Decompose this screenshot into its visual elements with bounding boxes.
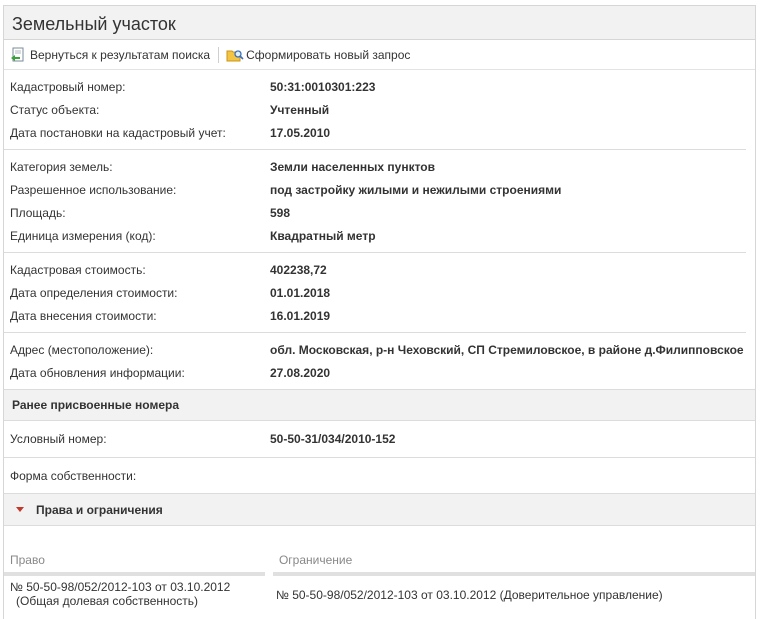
toolbar: Вернуться к результатам поиска Сформиров… <box>4 40 755 70</box>
toolbar-separator <box>218 46 220 63</box>
back-arrow-icon <box>10 47 26 63</box>
info-row: Форма собственности: <box>4 464 755 487</box>
field-value: 01.01.2018 <box>270 285 331 300</box>
land-plot-panel: Земельный участок Вернуться к результата… <box>3 5 756 619</box>
info-row: Разрешенное использование: под застройку… <box>4 178 746 201</box>
field-value: 17.05.2010 <box>270 125 331 140</box>
field-label: Условный номер: <box>10 431 107 446</box>
section-address: Адрес (местоположение): обл. Московская,… <box>4 333 746 389</box>
column-header-right: Право <box>4 553 265 576</box>
section-land-details: Категория земель: Земли населенных пункт… <box>4 150 746 253</box>
info-row: Площадь: 598 <box>4 201 746 224</box>
field-value: Квадратный метр <box>270 228 376 243</box>
field-value: обл. Московская, р-н Чеховский, СП Стрем… <box>270 342 744 357</box>
info-row: Адрес (местоположение): обл. Московская,… <box>4 338 746 361</box>
rights-heading-toggle[interactable]: Права и ограничения <box>4 494 755 526</box>
right-type: (Общая долевая собственность) <box>16 594 199 608</box>
section-prior-numbers: Условный номер: 50-50-31/034/2010-152 <box>4 421 755 458</box>
new-query-label: Сформировать новый запрос <box>246 47 411 62</box>
right-cell: № 50-50-98/052/2012-103 от 03.10.2012 (О… <box>4 580 270 608</box>
field-label: Площадь: <box>10 205 66 220</box>
rights-heading-label: Права и ограничения <box>36 502 163 517</box>
field-label: Статус объекта: <box>10 102 100 117</box>
prior-numbers-heading: Ранее присвоенные номера <box>4 389 755 421</box>
info-row: Кадастровый номер: 50:31:0010301:223 <box>4 75 746 98</box>
field-value: под застройку жилыми и нежилыми строения… <box>270 182 562 197</box>
info-row: Единица измерения (код): Квадратный метр <box>4 224 746 247</box>
field-label: Дата определения стоимости: <box>10 285 178 300</box>
field-label: Разрешенное использование: <box>10 182 177 197</box>
rights-table: Право Ограничение № 50-50-98/052/2012-10… <box>4 548 755 608</box>
info-row: Дата обновления информации: 27.08.2020 <box>4 361 746 384</box>
field-value: 50-50-31/034/2010-152 <box>270 431 396 446</box>
title-bar: Земельный участок <box>4 6 755 40</box>
page-title: Земельный участок <box>12 14 176 34</box>
table-row: № 50-50-98/052/2012-103 от 03.10.2012 (О… <box>4 576 755 608</box>
section-cadastral-value: Кадастровая стоимость: 402238,72 Дата оп… <box>4 253 746 333</box>
restriction-cell: № 50-50-98/052/2012-103 от 03.10.2012 (Д… <box>276 588 663 602</box>
field-label: Дата обновления информации: <box>10 365 185 380</box>
info-row: Кадастровая стоимость: 402238,72 <box>4 258 746 281</box>
field-label: Дата постановки на кадастровый учет: <box>10 125 226 140</box>
folder-search-icon <box>226 47 244 63</box>
field-value: 16.01.2019 <box>270 308 331 323</box>
field-label: Категория земель: <box>10 159 113 174</box>
info-row: Дата постановки на кадастровый учет: 17.… <box>4 121 746 144</box>
field-label: Дата внесения стоимости: <box>10 308 157 323</box>
field-label: Единица измерения (код): <box>10 228 156 243</box>
column-header-restriction: Ограничение <box>272 553 755 576</box>
field-label: Кадастровая стоимость: <box>10 262 146 277</box>
back-to-results-button[interactable]: Вернуться к результатам поиска <box>10 47 210 63</box>
section-ownership: Форма собственности: <box>4 458 755 494</box>
new-query-button[interactable]: Сформировать новый запрос <box>226 47 410 63</box>
field-value: 598 <box>270 205 291 220</box>
info-row: Дата внесения стоимости: 16.01.2019 <box>4 304 746 327</box>
field-label: Форма собственности: <box>10 468 137 483</box>
field-label: Кадастровый номер: <box>10 79 126 94</box>
field-value: 50:31:0010301:223 <box>270 79 376 94</box>
section-identification: Кадастровый номер: 50:31:0010301:223 Ста… <box>4 70 746 150</box>
right-number: № 50-50-98/052/2012-103 от 03.10.2012 <box>10 580 231 594</box>
field-value: 27.08.2020 <box>270 365 331 380</box>
field-label: Адрес (местоположение): <box>10 342 154 357</box>
field-value: Учтенный <box>270 102 330 117</box>
info-row: Статус объекта: Учтенный <box>4 98 746 121</box>
back-to-results-label: Вернуться к результатам поиска <box>30 47 211 62</box>
rights-table-header: Право Ограничение <box>4 548 755 576</box>
info-row: Категория земель: Земли населенных пункт… <box>4 155 746 178</box>
field-value: 402238,72 <box>270 262 327 277</box>
triangle-down-icon <box>16 507 24 512</box>
info-row: Дата определения стоимости: 01.01.2018 <box>4 281 746 304</box>
field-value: Земли населенных пунктов <box>270 159 436 174</box>
info-row: Условный номер: 50-50-31/034/2010-152 <box>4 427 755 450</box>
